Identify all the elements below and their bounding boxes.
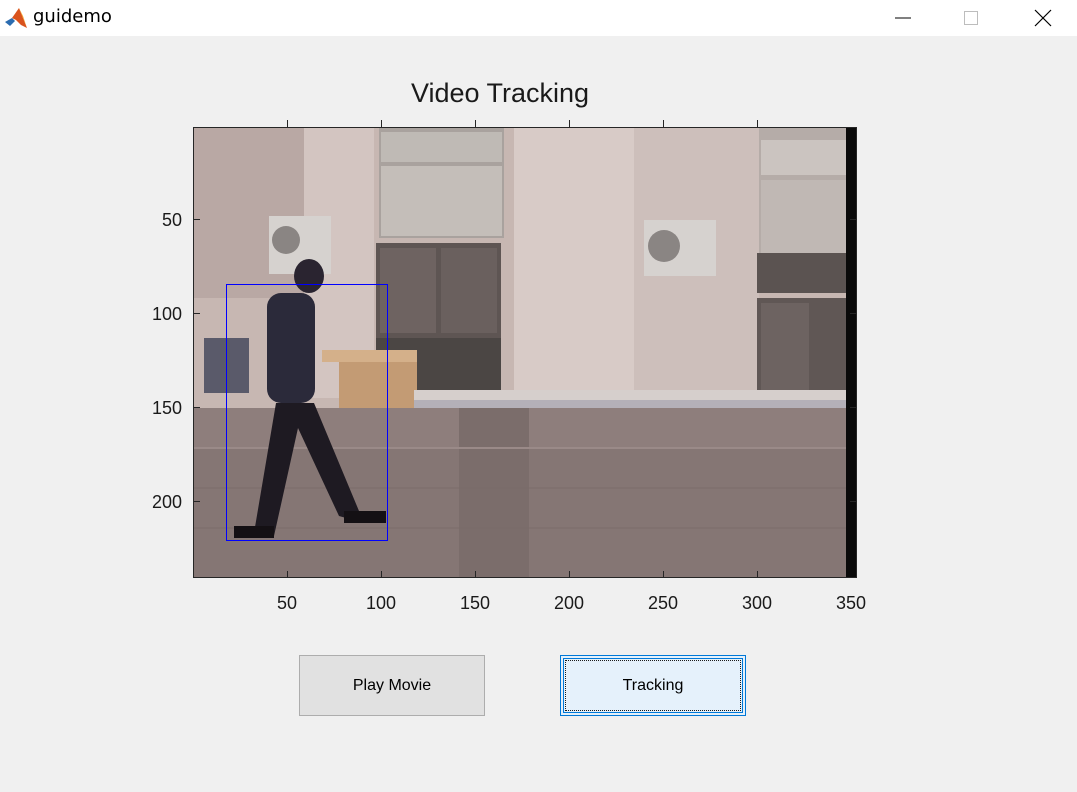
x-tick-label: 300 bbox=[741, 593, 773, 613]
y-tick-right bbox=[850, 501, 857, 502]
x-tick-bottom bbox=[287, 571, 288, 578]
x-tick-bottom bbox=[569, 571, 570, 578]
close-icon bbox=[1034, 9, 1052, 27]
y-tick-label: 200 bbox=[151, 492, 182, 512]
x-tick-label: 150 bbox=[459, 593, 491, 613]
x-tick-top bbox=[757, 120, 758, 127]
x-tick-top bbox=[569, 120, 570, 127]
x-tick-bottom bbox=[475, 571, 476, 578]
x-tick-label: 250 bbox=[647, 593, 679, 613]
y-tick-right bbox=[850, 407, 857, 408]
minimize-icon bbox=[895, 17, 911, 19]
x-tick-top bbox=[381, 120, 382, 127]
x-tick-label: 50 bbox=[276, 593, 298, 613]
y-tick-right bbox=[850, 219, 857, 220]
y-tick-right bbox=[850, 313, 857, 314]
play-movie-label: Play Movie bbox=[352, 676, 432, 694]
maximize-button[interactable] bbox=[941, 0, 1001, 36]
title-bar: guidemo bbox=[0, 0, 1077, 36]
tracking-button[interactable]: Tracking bbox=[560, 655, 746, 716]
x-tick-label: 200 bbox=[553, 593, 585, 613]
x-tick-bottom bbox=[381, 571, 382, 578]
x-tick-bottom bbox=[663, 571, 664, 578]
x-tick-top bbox=[663, 120, 664, 127]
minimize-button[interactable] bbox=[873, 0, 933, 36]
y-tick-label: 50 bbox=[161, 210, 182, 230]
x-tick-bottom bbox=[757, 571, 758, 578]
video-axes bbox=[193, 127, 857, 578]
y-tick-left bbox=[193, 501, 200, 502]
plot-title: Video Tracking bbox=[410, 78, 590, 108]
maximize-icon bbox=[964, 11, 978, 25]
x-tick-label: 350 bbox=[835, 593, 867, 613]
matlab-icon bbox=[4, 6, 28, 30]
y-tick-label: 150 bbox=[151, 398, 182, 418]
x-tick-top bbox=[287, 120, 288, 127]
x-tick-top bbox=[475, 120, 476, 127]
close-button[interactable] bbox=[1013, 0, 1073, 36]
y-tick-left bbox=[193, 219, 200, 220]
y-tick-label: 100 bbox=[151, 304, 182, 324]
y-tick-left bbox=[193, 407, 200, 408]
play-movie-button[interactable]: Play Movie bbox=[299, 655, 485, 716]
x-tick-label: 100 bbox=[365, 593, 397, 613]
tracking-box bbox=[226, 283, 389, 542]
focus-indicator bbox=[565, 660, 741, 711]
window-title: guidemo bbox=[33, 6, 112, 27]
y-tick-left bbox=[193, 313, 200, 314]
